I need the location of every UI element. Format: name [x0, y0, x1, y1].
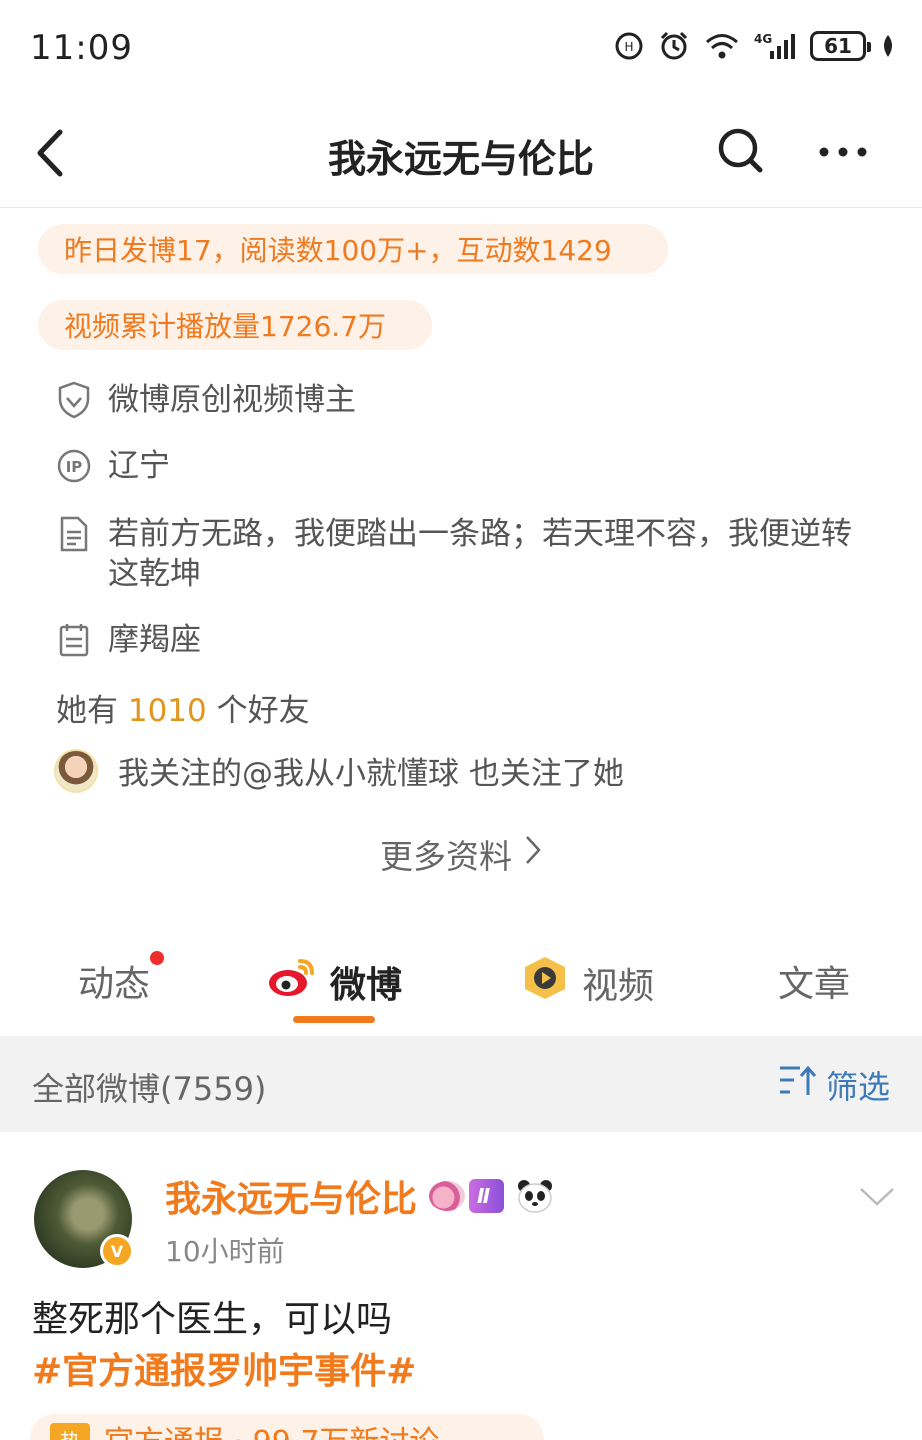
panda-icon	[516, 1178, 554, 1214]
post-topic-link[interactable]: #官方通报罗帅宇事件#	[32, 1346, 416, 1398]
active-tab-indicator	[293, 1016, 375, 1023]
more-icon[interactable]	[818, 130, 868, 174]
chevron-down-icon[interactable]	[858, 1184, 896, 1210]
tab-video-label: 视频	[582, 965, 655, 1007]
hd-call-icon: H	[614, 31, 644, 61]
snail-icon	[429, 1181, 466, 1211]
topic-card[interactable]: 热 官方通报 · 99.7万新讨论	[30, 1414, 544, 1440]
topic-card-tag: 热	[50, 1422, 90, 1440]
leaf-icon	[880, 33, 896, 59]
verified-badge-icon: V	[100, 1234, 134, 1268]
svg-text:H: H	[624, 40, 633, 54]
bio-row: 若前方无路，我便踏出一条路；若天理不容，我便逆转这乾坤	[56, 514, 856, 594]
video-badge-icon	[520, 955, 570, 1010]
tab-weibo[interactable]: 微博	[266, 955, 402, 1008]
status-bar: 11:09 H 4G 61	[0, 0, 922, 100]
zodiac-text: 摩羯座	[108, 622, 201, 658]
post-author-row: 我永远无与伦比 Ⅱ	[165, 1170, 554, 1222]
calendar-icon	[56, 620, 92, 660]
tab-article-label: 文章	[778, 964, 851, 1005]
weibo-count-label: 全部微博(7559)	[32, 1070, 267, 1108]
signal-icon: 4G	[754, 31, 796, 61]
filter-label: 筛选	[825, 1068, 890, 1106]
friends-count-row[interactable]: 她有 1010 个好友	[56, 685, 310, 730]
post-time: 10小时前	[165, 1235, 285, 1268]
topic-card-text: 官方通报 · 99.7万新讨论	[104, 1417, 439, 1440]
filter-icon	[778, 1063, 818, 1107]
filter-button[interactable]: 筛选	[778, 1062, 890, 1108]
tab-dynamic[interactable]: 动态	[78, 951, 165, 1007]
alarm-icon	[658, 30, 690, 62]
zodiac-row: 摩羯座	[56, 620, 201, 660]
tab-video[interactable]: 视频	[520, 955, 654, 1010]
post-text: 整死那个医生，可以吗	[32, 1299, 393, 1340]
nav-bar: 我永远无与伦比	[0, 100, 922, 208]
document-icon	[56, 514, 92, 554]
mutual-avatar	[54, 748, 98, 793]
battery-icon: 61	[810, 31, 871, 61]
ip-icon: IP	[56, 446, 92, 486]
status-time: 11:09	[30, 28, 133, 68]
more-info-link[interactable]: 更多资料	[0, 830, 922, 878]
tab-weibo-label: 微博	[330, 964, 403, 1006]
svg-text:IP: IP	[66, 458, 83, 476]
status-icons: H 4G 61	[614, 30, 896, 62]
wifi-icon	[704, 31, 740, 61]
filter-bar: 全部微博(7559) 筛选	[0, 1036, 922, 1132]
mutual-follow-row[interactable]: 我关注的@我从小就懂球 也关注了她	[54, 748, 624, 793]
bio-text: 若前方无路，我便踏出一条路；若天理不容，我便逆转这乾坤	[108, 516, 852, 592]
author-avatar[interactable]: V	[34, 1170, 134, 1268]
weibo-post: V 我永远无与伦比 Ⅱ 10小时前 整死那个医生，可以吗 #官方通报罗帅宇事件#…	[0, 1132, 922, 1440]
level-badge: Ⅱ	[469, 1179, 505, 1213]
more-info-label: 更多资料	[380, 837, 512, 876]
search-icon[interactable]	[716, 126, 766, 176]
profile-tabs: 动态 微博 视频 文章	[0, 935, 922, 1035]
ip-location-text: 辽宁	[108, 448, 170, 484]
tab-dynamic-label: 动态	[78, 964, 151, 1005]
chevron-right-icon	[524, 834, 542, 874]
weibo-logo-icon	[266, 955, 318, 1008]
video-plays-chip[interactable]: 视频累计播放量1726.7万	[38, 300, 432, 350]
friends-suffix: 个好友	[216, 693, 310, 729]
svg-text:4G: 4G	[754, 32, 772, 46]
daily-stats-chip[interactable]: 昨日发博17，阅读数100万+，互动数1429	[38, 224, 668, 274]
page-title: 我永远无与伦比	[327, 137, 594, 181]
tab-article[interactable]: 文章	[778, 955, 850, 1007]
post-author-name[interactable]: 我永远无与伦比	[165, 1170, 417, 1222]
friends-count: 1010	[127, 693, 207, 729]
shield-check-icon	[56, 380, 92, 420]
mutual-follow-text: 我关注的@我从小就懂球 也关注了她	[118, 756, 624, 792]
friends-prefix: 她有	[56, 693, 118, 729]
notification-dot	[150, 951, 165, 965]
certification-row: 微博原创视频博主	[56, 380, 356, 420]
ip-location-row: IP 辽宁	[56, 446, 170, 486]
certification-text: 微博原创视频博主	[108, 382, 356, 418]
